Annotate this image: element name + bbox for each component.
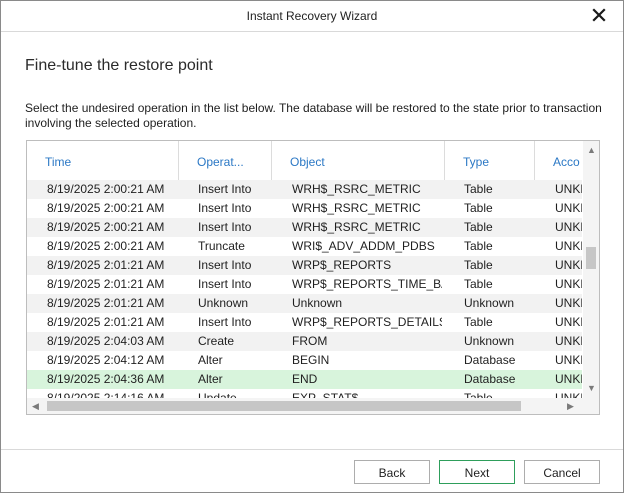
table-cell: UNKN xyxy=(555,201,582,215)
column-header[interactable]: Type xyxy=(445,141,535,181)
scroll-down-icon[interactable]: ▼ xyxy=(587,384,596,393)
table-row-selected[interactable]: 8/19/2025 2:04:36 AM Alter END Database UNKN xyxy=(27,370,582,389)
table-cell: UNKN xyxy=(555,296,582,310)
cancel-button[interactable]: Cancel xyxy=(524,460,600,484)
scroll-up-icon[interactable]: ▲ xyxy=(587,146,596,155)
table-cell: WRP$_REPORTS_DETAILS xyxy=(292,315,442,329)
column-header[interactable]: Object xyxy=(272,141,445,181)
horizontal-scrollbar[interactable]: ◀ ▶ xyxy=(27,398,599,414)
table-cell: 8/19/2025 2:00:21 AM xyxy=(47,182,165,196)
table-cell: Table xyxy=(464,315,493,329)
column-header-label: Time xyxy=(45,155,72,169)
table-cell: UNKN xyxy=(555,334,582,348)
table-cell: UNKN xyxy=(555,315,582,329)
scroll-left-icon[interactable]: ◀ xyxy=(32,402,39,411)
table-cell: Table xyxy=(464,182,493,196)
horizontal-scroll-thumb[interactable] xyxy=(47,401,521,411)
table-cell: Insert Into xyxy=(198,182,252,196)
table-row[interactable]: 8/19/2025 2:04:12 AM Alter BEGIN Database UN… xyxy=(27,351,582,370)
table-cell: Insert Into xyxy=(198,201,252,215)
scroll-right-icon[interactable]: ▶ xyxy=(567,402,574,411)
table-row[interactable]: 8/19/2025 2:01:21 AM Insert Into WRP$_REPO… xyxy=(27,256,582,275)
operations-table[interactable]: Time Operat... Object Type Acco 8/19/2025 2:… xyxy=(26,140,600,415)
table-header: Time Operat... Object Type Acco xyxy=(27,141,595,181)
table-cell: Table xyxy=(464,258,493,272)
table-cell: Insert Into xyxy=(198,258,252,272)
table-cell: Insert Into xyxy=(198,277,252,291)
table-row[interactable]: 8/19/2025 2:00:21 AM Insert Into WRH$_RSRC… xyxy=(27,180,582,199)
table-row[interactable]: 8/19/2025 2:01:21 AM Unknown Unknown Unknow… xyxy=(27,294,582,313)
table-cell: Truncate xyxy=(198,239,245,253)
column-header-label: Operat... xyxy=(197,155,244,169)
vertical-scroll-thumb[interactable] xyxy=(586,247,596,269)
table-cell: Unknown xyxy=(464,334,515,348)
table-cell: Table xyxy=(464,277,493,291)
table-cell: END xyxy=(292,372,318,386)
table-cell: WRH$_RSRC_METRIC xyxy=(292,182,421,196)
table-cell: WRI$_ADV_ADDM_PDBS xyxy=(292,239,435,253)
table-cell: 8/19/2025 2:01:21 AM xyxy=(47,258,165,272)
table-cell: Unknown xyxy=(198,296,249,310)
table-cell: Database xyxy=(464,372,516,386)
close-icon[interactable] xyxy=(589,5,609,25)
table-cell: UNKN xyxy=(555,353,582,367)
table-cell: 8/19/2025 2:04:12 AM xyxy=(47,353,165,367)
table-cell: UNKN xyxy=(555,258,582,272)
column-header[interactable]: Time xyxy=(27,141,179,181)
page-description: Select the undesired operation in the li… xyxy=(25,101,602,130)
table-cell: 8/19/2025 2:00:21 AM xyxy=(47,201,165,215)
column-header-label: Type xyxy=(463,155,490,169)
scrollbar-corner xyxy=(583,398,599,414)
column-header-label: Object xyxy=(290,155,325,169)
table-cell: 8/19/2025 2:04:36 AM xyxy=(47,372,165,386)
column-header-label: Acco xyxy=(553,155,580,169)
table-cell: WRP$_REPORTS xyxy=(292,258,392,272)
table-cell: 8/19/2025 2:04:03 AM xyxy=(47,334,165,348)
table-cell: 8/19/2025 2:00:21 AM xyxy=(47,239,165,253)
table-cell: Unknown xyxy=(464,296,515,310)
window-title: Instant Recovery Wizard xyxy=(246,9,378,23)
table-cell: 8/19/2025 2:01:21 AM xyxy=(47,277,165,291)
table-row[interactable]: 8/19/2025 2:00:21 AM Insert Into WRH$_RSRC… xyxy=(27,199,582,218)
table-row[interactable]: 8/19/2025 2:01:21 AM Insert Into WRP$_REPO… xyxy=(27,275,582,294)
table-row[interactable]: 8/19/2025 2:01:21 AM Insert Into WRP$_REPO… xyxy=(27,313,582,332)
table-cell: UNKN xyxy=(555,277,582,291)
table-row[interactable]: 8/19/2025 2:00:21 AM Truncate WRI$_ADV_ADD… xyxy=(27,237,582,256)
table-cell: Unknown xyxy=(292,296,343,310)
table-cell: UNKN xyxy=(555,220,582,234)
table-row[interactable]: 8/19/2025 2:00:21 AM Insert Into WRH$_RSRC… xyxy=(27,218,582,237)
table-cell: Create xyxy=(198,334,235,348)
column-header[interactable]: Operat... xyxy=(179,141,272,181)
page-heading: Fine-tune the restore point xyxy=(25,57,213,74)
table-cell: Insert Into xyxy=(198,315,252,329)
table-cell: Table xyxy=(464,201,493,215)
table-cell: FROM xyxy=(292,334,328,348)
table-cell: WRP$_REPORTS_TIME_BA xyxy=(292,277,442,291)
table-cell: Alter xyxy=(198,372,223,386)
table-cell: UNKN xyxy=(555,239,582,253)
table-cell: Table xyxy=(464,220,493,234)
table-cell: 8/19/2025 2:01:21 AM xyxy=(47,315,165,329)
table-cell: BEGIN xyxy=(292,353,330,367)
title-bar: Instant Recovery Wizard xyxy=(1,1,623,32)
table-cell: Insert Into xyxy=(198,220,252,234)
table-cell: 8/19/2025 2:00:21 AM xyxy=(47,220,165,234)
footer: Back Next Cancel xyxy=(1,449,623,493)
table-cell: UNKN xyxy=(555,372,582,386)
table-cell: 8/19/2025 2:01:21 AM xyxy=(47,296,165,310)
table-cell: Database xyxy=(464,353,516,367)
back-button[interactable]: Back xyxy=(354,460,430,484)
vertical-scrollbar[interactable]: ▲ ▼ xyxy=(583,141,599,398)
table-cell: WRH$_RSRC_METRIC xyxy=(292,201,421,215)
table-cell: Table xyxy=(464,239,493,253)
wizard-window: Instant Recovery Wizard Fine-tune the re… xyxy=(0,0,624,493)
table-row[interactable]: 8/19/2025 2:04:03 AM Create FROM Unknown UNK… xyxy=(27,332,582,351)
next-button[interactable]: Next xyxy=(439,460,515,484)
table-cell: Alter xyxy=(198,353,223,367)
table-cell: UNKN xyxy=(555,182,582,196)
table-cell: WRH$_RSRC_METRIC xyxy=(292,220,421,234)
